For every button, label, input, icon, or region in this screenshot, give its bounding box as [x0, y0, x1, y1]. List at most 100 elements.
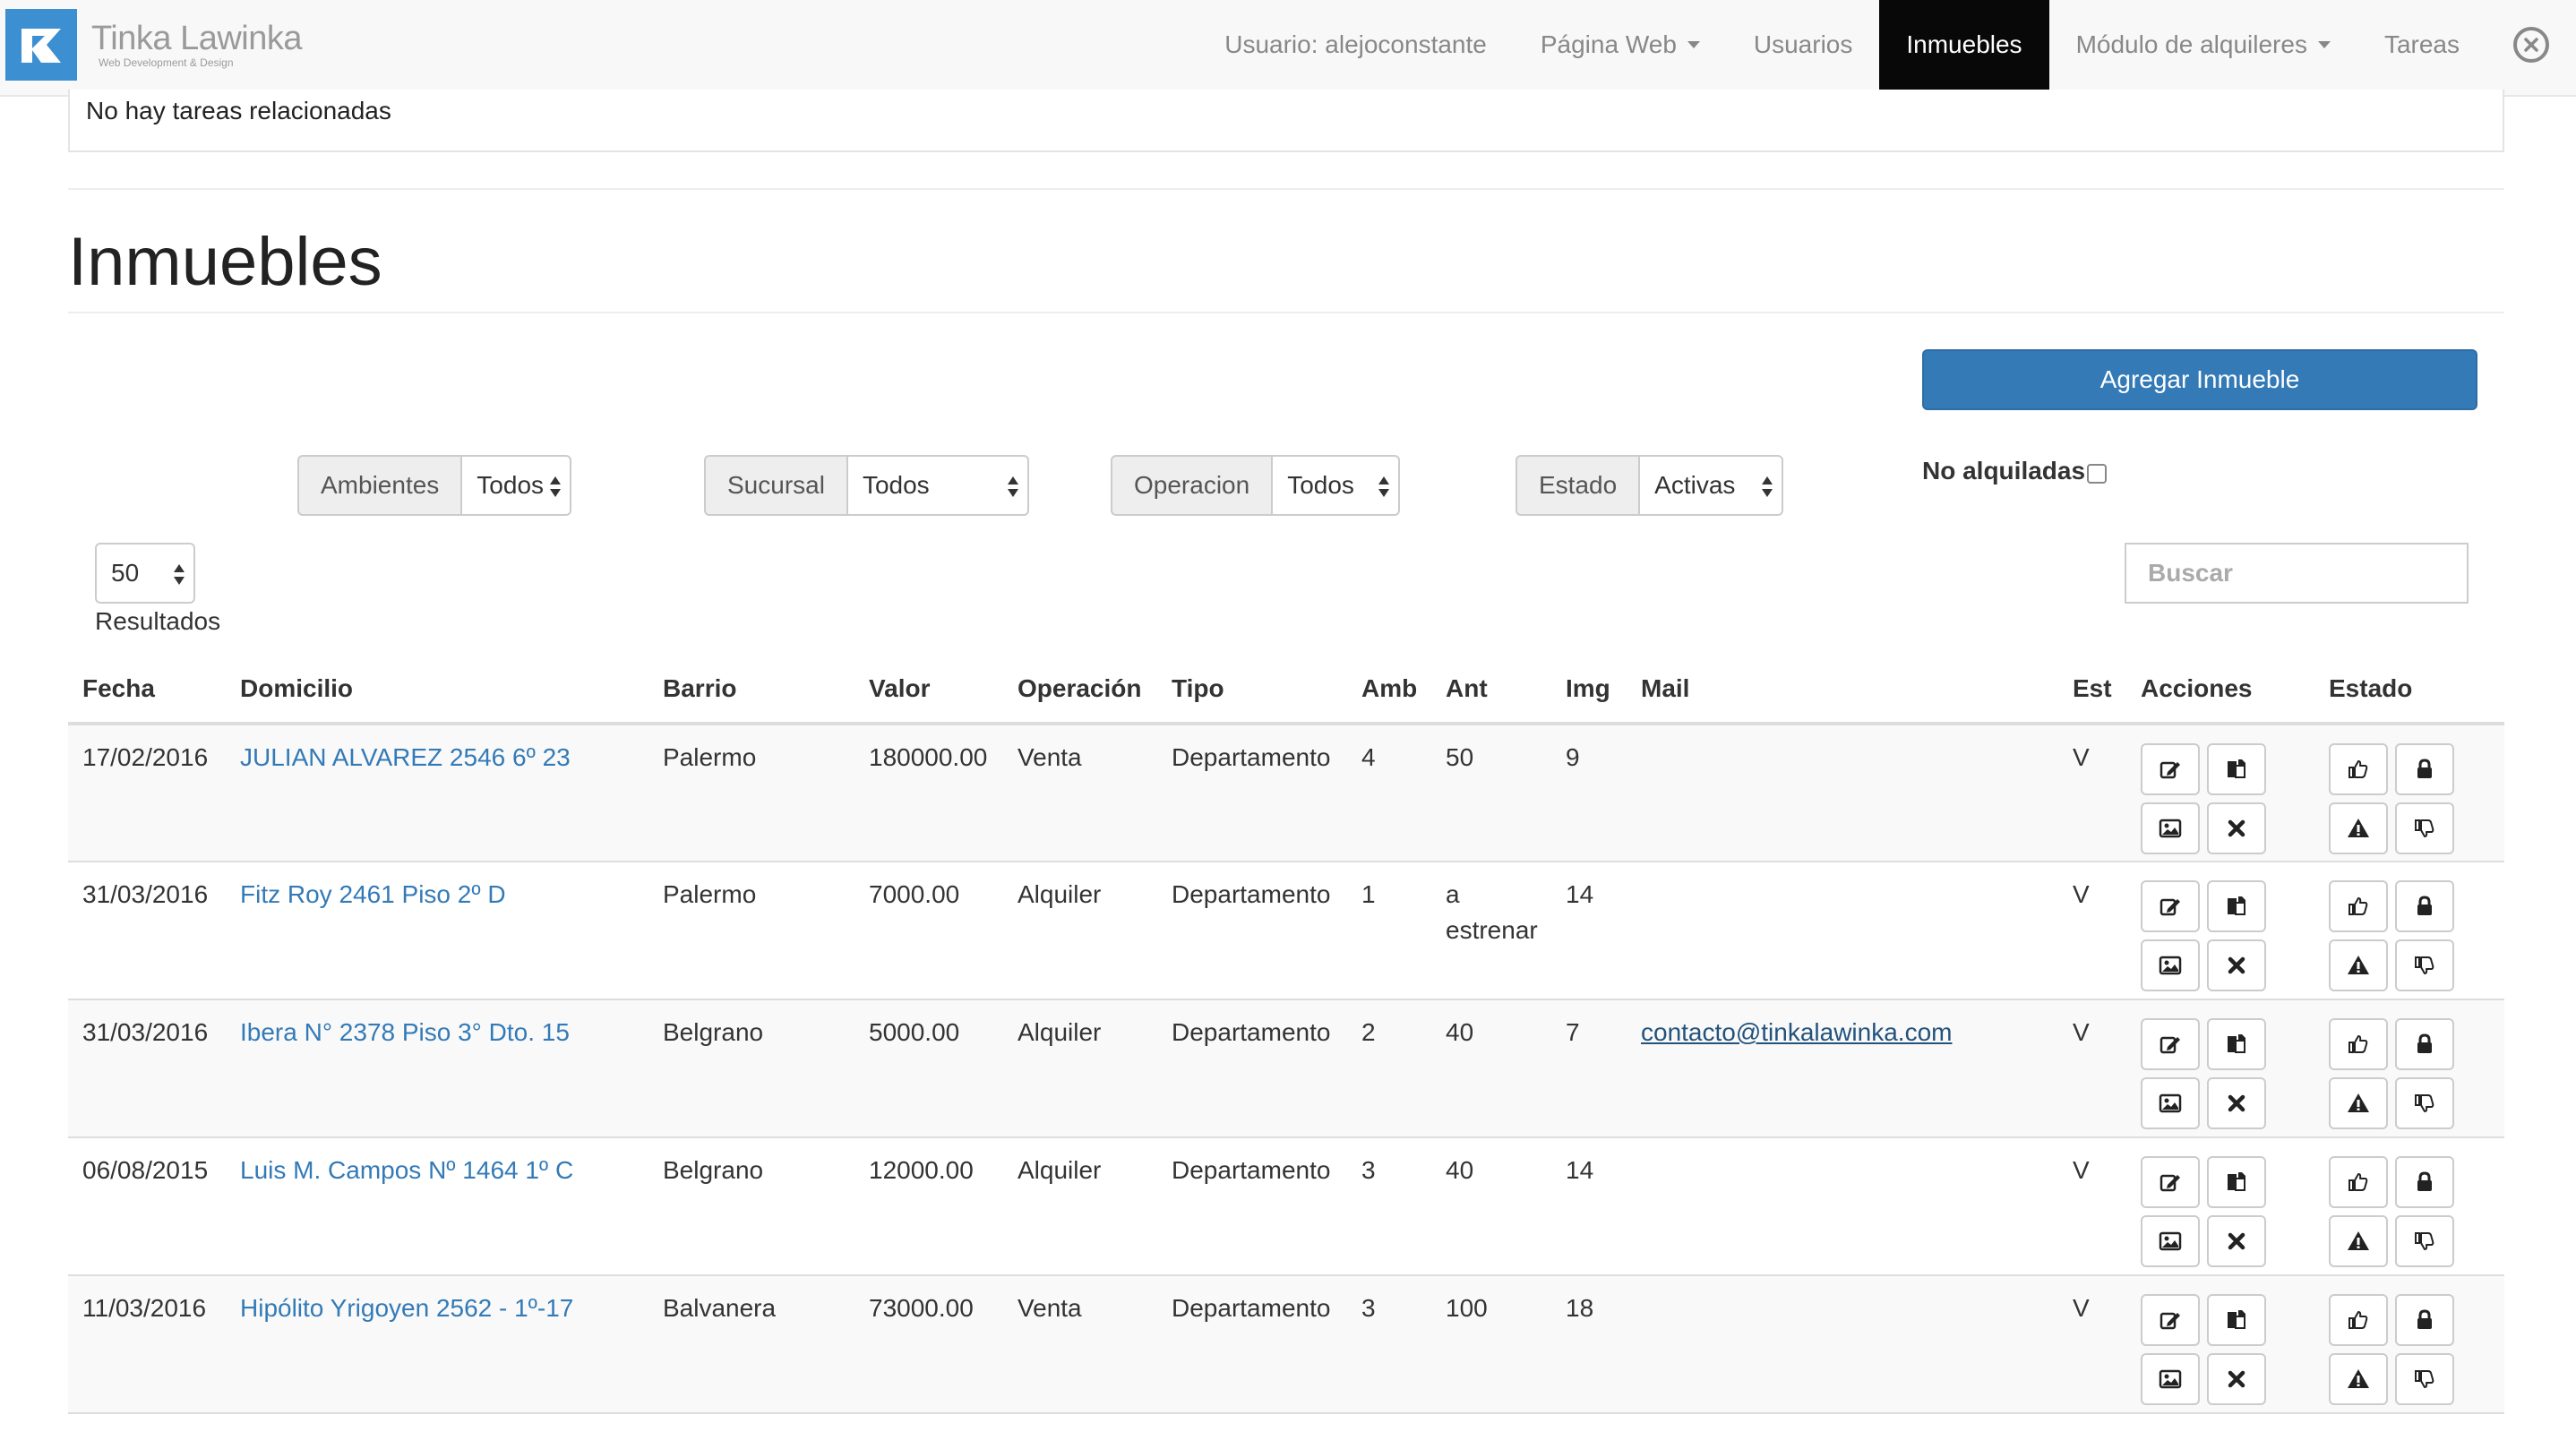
- copy-button[interactable]: [2207, 743, 2266, 795]
- image-button[interactable]: [2141, 1077, 2200, 1129]
- col-domicilio[interactable]: Domicilio: [226, 656, 648, 725]
- cell-amb: 4: [1347, 724, 1431, 862]
- col-est[interactable]: Est: [2058, 656, 2126, 725]
- edit-button[interactable]: [2141, 880, 2200, 932]
- no-alquiladas-checkbox[interactable]: [2087, 464, 2108, 484]
- filter-estado-select[interactable]: Activas: [1638, 455, 1784, 516]
- warning-button[interactable]: [2329, 1353, 2388, 1405]
- results-per-page-select[interactable]: 50: [95, 543, 195, 604]
- thumbs-up-button[interactable]: [2329, 1018, 2388, 1070]
- delete-button[interactable]: [2207, 1353, 2266, 1405]
- cell-est: V: [2058, 1275, 2126, 1414]
- col-barrio[interactable]: Barrio: [648, 656, 854, 725]
- copy-button[interactable]: [2207, 1156, 2266, 1208]
- edit-button[interactable]: [2141, 743, 2200, 795]
- lock-button[interactable]: [2395, 1018, 2454, 1070]
- cell-fecha: 11/03/2016: [68, 1275, 226, 1414]
- col-acciones: Acciones: [2126, 656, 2314, 725]
- thumbs-down-button[interactable]: [2395, 1353, 2454, 1405]
- col-img[interactable]: Img: [1551, 656, 1627, 725]
- cell-mail: contacto@tinkalawinka.com: [1627, 999, 2058, 1138]
- address-link[interactable]: Luis M. Campos Nº 1464 1º C: [240, 1156, 573, 1184]
- thumbs-up-icon: [2347, 758, 2370, 781]
- cell-acciones: [2126, 999, 2314, 1138]
- col-ant[interactable]: Ant: [1431, 656, 1551, 725]
- cell-fecha: 06/08/2015: [68, 1137, 226, 1276]
- image-button[interactable]: [2141, 939, 2200, 991]
- nav-inmuebles[interactable]: Inmuebles: [1879, 0, 2049, 90]
- delete-button[interactable]: [2207, 1077, 2266, 1129]
- warning-button[interactable]: [2329, 1215, 2388, 1267]
- thumbs-down-button[interactable]: [2395, 802, 2454, 854]
- copy-button[interactable]: [2207, 880, 2266, 932]
- thumbs-up-button[interactable]: [2329, 880, 2388, 932]
- close-circle-icon: [2513, 27, 2549, 63]
- thumbs-down-button[interactable]: [2395, 1077, 2454, 1129]
- delete-button[interactable]: [2207, 939, 2266, 991]
- delete-button[interactable]: [2207, 802, 2266, 854]
- logout-button[interactable]: [2486, 0, 2576, 90]
- warning-button[interactable]: [2329, 802, 2388, 854]
- col-fecha[interactable]: Fecha: [68, 656, 226, 725]
- lock-button[interactable]: [2395, 880, 2454, 932]
- image-button[interactable]: [2141, 802, 2200, 854]
- warning-icon: [2347, 1230, 2370, 1253]
- col-amb[interactable]: Amb: [1347, 656, 1431, 725]
- col-valor[interactable]: Valor: [854, 656, 1003, 725]
- thumbs-down-button[interactable]: [2395, 939, 2454, 991]
- lock-button[interactable]: [2395, 743, 2454, 795]
- delete-icon: [2225, 1230, 2248, 1253]
- copy-icon: [2225, 895, 2248, 918]
- image-button[interactable]: [2141, 1215, 2200, 1267]
- estado-buttons: [2329, 877, 2490, 991]
- thumbs-up-button[interactable]: [2329, 743, 2388, 795]
- nav-modulo-alquileres[interactable]: Módulo de alquileres: [2049, 0, 2357, 90]
- filter-sucursal-select[interactable]: Todos: [846, 455, 1029, 516]
- warning-button[interactable]: [2329, 939, 2388, 991]
- address-link[interactable]: JULIAN ALVAREZ 2546 6º 23: [240, 743, 571, 771]
- col-mail[interactable]: Mail: [1627, 656, 2058, 725]
- copy-button[interactable]: [2207, 1294, 2266, 1346]
- add-inmueble-button[interactable]: Agregar Inmueble: [1922, 349, 2477, 410]
- filter-sucursal-label: Sucursal: [704, 455, 846, 516]
- brand[interactable]: Tinka Lawinka Web Development & Design: [5, 7, 303, 82]
- cell-estado: [2314, 862, 2504, 1000]
- filter-operacion-select[interactable]: Todos: [1271, 455, 1401, 516]
- nav-user-label: Usuario: alejoconstante: [1224, 30, 1487, 58]
- cell-domicilio: Fitz Roy 2461 Piso 2º D: [226, 862, 648, 1000]
- cell-valor: 73000.00: [854, 1275, 1003, 1414]
- address-link[interactable]: Hipólito Yrigoyen 2562 - 1º-17: [240, 1294, 573, 1322]
- nav-pagina-web[interactable]: Página Web: [1514, 0, 1727, 90]
- cell-barrio: Belgrano: [648, 1137, 854, 1276]
- thumbs-down-button[interactable]: [2395, 1215, 2454, 1267]
- image-button[interactable]: [2141, 1353, 2200, 1405]
- col-operacion[interactable]: Operación: [1003, 656, 1157, 725]
- select-arrows-icon: [1378, 476, 1390, 498]
- nav-usuarios[interactable]: Usuarios: [1727, 0, 1879, 90]
- tasks-empty-text: No hay tareas relacionadas: [86, 97, 391, 124]
- lock-button[interactable]: [2395, 1294, 2454, 1346]
- filter-estado: Estado Activas: [1516, 455, 1784, 516]
- search-input[interactable]: [2125, 543, 2469, 604]
- nav-tareas-label: Tareas: [2383, 30, 2460, 58]
- thumbs-up-button[interactable]: [2329, 1294, 2388, 1346]
- edit-button[interactable]: [2141, 1294, 2200, 1346]
- filter-ambientes-select[interactable]: Todos: [460, 455, 572, 516]
- nav-user[interactable]: Usuario: alejoconstante: [1198, 0, 1514, 90]
- edit-icon: [2159, 1033, 2182, 1056]
- edit-button[interactable]: [2141, 1018, 2200, 1070]
- col-tipo[interactable]: Tipo: [1157, 656, 1347, 725]
- warning-button[interactable]: [2329, 1077, 2388, 1129]
- thumbs-up-button[interactable]: [2329, 1156, 2388, 1208]
- lock-button[interactable]: [2395, 1156, 2454, 1208]
- edit-button[interactable]: [2141, 1156, 2200, 1208]
- address-link[interactable]: Ibera N° 2378 Piso 3° Dto. 15: [240, 1018, 570, 1046]
- delete-button[interactable]: [2207, 1215, 2266, 1267]
- nav-tareas[interactable]: Tareas: [2357, 0, 2486, 90]
- cell-valor: 7000.00: [854, 862, 1003, 1000]
- edit-icon: [2159, 895, 2182, 918]
- mail-link[interactable]: contacto@tinkalawinka.com: [1641, 1018, 1952, 1046]
- address-link[interactable]: Fitz Roy 2461 Piso 2º D: [240, 880, 506, 908]
- cell-acciones: [2126, 1137, 2314, 1276]
- copy-button[interactable]: [2207, 1018, 2266, 1070]
